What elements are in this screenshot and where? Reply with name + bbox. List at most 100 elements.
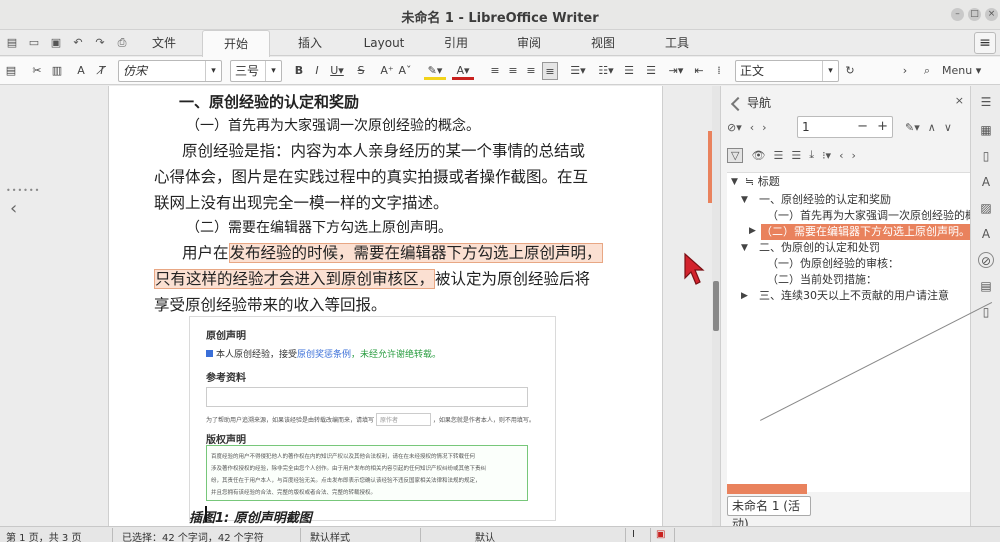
close-icon[interactable]: ×: [955, 94, 964, 107]
tree-item-subheading-4[interactable]: （二）当前处罚措施：: [767, 272, 877, 288]
tab-view[interactable]: 视图: [580, 30, 626, 56]
tree-item-heading-1[interactable]: 一、原创经验的认定和奖励: [759, 192, 891, 208]
page-icon[interactable]: ▦: [978, 122, 994, 138]
print-icon[interactable]: ⎙: [114, 35, 130, 51]
indent-icon[interactable]: ⇥▾: [666, 62, 686, 80]
gallery-icon[interactable]: ▨: [978, 200, 994, 216]
save-icon[interactable]: ▣: [48, 35, 64, 51]
strikethrough-icon[interactable]: S: [354, 62, 368, 80]
document-selector-combobox[interactable]: 未命名 1 (活动): [727, 496, 811, 531]
expand-down-icon[interactable]: ▼: [741, 195, 748, 205]
list-outline-icon[interactable]: ☰: [791, 149, 801, 162]
align-center-icon[interactable]: ≡: [506, 62, 520, 80]
open-folder-icon[interactable]: ▭: [26, 35, 42, 51]
close-icon[interactable]: ×: [985, 8, 998, 21]
styles-A-icon[interactable]: A: [978, 174, 994, 190]
tree-item-heading-3[interactable]: 三、连续30天以上不贡献的用户请注意: [759, 288, 949, 304]
status-page-style[interactable]: 默认样式: [310, 529, 350, 542]
document-page[interactable]: 一、原创经验的认定和奖励 （一）首先再为大家强调一次原创经验的概念。 原创经验是…: [108, 86, 663, 526]
styles-icon[interactable]: ▯: [978, 148, 994, 164]
page-number-input[interactable]: 1 − +: [797, 116, 893, 138]
increment-icon[interactable]: +: [877, 117, 888, 137]
font-size-combobox[interactable]: 三号 ▾: [230, 60, 282, 82]
chevron-down-icon[interactable]: ▾: [265, 61, 281, 81]
promote-level-icon[interactable]: ∧: [928, 121, 936, 134]
font-name-combobox[interactable]: 仿宋 ▾: [118, 60, 222, 82]
clear-formatting-icon[interactable]: A: [74, 62, 88, 80]
align-left-icon[interactable]: ≡: [488, 62, 502, 80]
bullet-list-icon[interactable]: ☷▾: [596, 62, 616, 80]
line-spacing-icon[interactable]: ☰▾: [568, 62, 588, 80]
tab-references[interactable]: 引用: [433, 30, 479, 56]
outline-icon[interactable]: ☰: [644, 62, 658, 80]
demote-level-icon[interactable]: ∨: [944, 121, 952, 134]
cut-icon[interactable]: ✂: [30, 62, 44, 80]
expand-right-icon[interactable]: ▶: [749, 226, 756, 236]
highlight-color-icon[interactable]: ✎▾: [424, 62, 446, 80]
clear-direct-format-icon[interactable]: T̸: [95, 62, 109, 80]
document-modified-icon[interactable]: ▣: [656, 529, 665, 540]
menu-button[interactable]: Menu ▾: [942, 62, 982, 80]
embedded-screenshot-image[interactable]: 原创声明 本人原创经验，接受原创奖惩条例，未经允许谢绝转载。 参考资料 为了帮助…: [189, 316, 556, 521]
tab-layout[interactable]: Layout: [352, 30, 416, 56]
grow-font-icon[interactable]: A⁺: [380, 62, 394, 80]
align-right-icon[interactable]: ≡: [524, 62, 538, 80]
underline-icon[interactable]: U▾: [328, 62, 346, 80]
navigator-compass-icon[interactable]: ⊘: [978, 252, 994, 268]
tree-item-headings[interactable]: ≒ 标题: [745, 174, 780, 190]
refresh-style-icon[interactable]: ↻: [843, 62, 857, 80]
manage-changes-icon[interactable]: ▤: [978, 278, 994, 294]
decrement-icon[interactable]: −: [857, 117, 868, 137]
chapter-up-icon[interactable]: ‹: [839, 149, 843, 162]
redo-icon[interactable]: ↷: [92, 35, 108, 51]
status-page-count[interactable]: 第 1 页，共 3 页: [6, 529, 81, 542]
shrink-font-icon[interactable]: Aˇ: [398, 62, 412, 80]
clone-formatting-icon[interactable]: ▤: [4, 62, 18, 80]
expand-down-icon[interactable]: ▼: [741, 243, 748, 253]
justify-icon[interactable]: ≡: [542, 62, 558, 80]
paste-special-icon[interactable]: ▥: [50, 62, 64, 80]
content-navigation-view-icon[interactable]: ▽: [727, 147, 744, 163]
show-content-icon[interactable]: 👁: [751, 149, 765, 162]
selected-text-1[interactable]: 发布经验的时候，需要在编辑器下方勾选上原创声明，: [228, 243, 603, 263]
tab-insert[interactable]: 插入: [285, 30, 335, 56]
more-options-icon[interactable]: ›: [900, 62, 910, 80]
font-color-icon[interactable]: A▾: [452, 62, 474, 80]
chevron-left-icon[interactable]: ‹: [10, 198, 17, 219]
previous-icon[interactable]: ‹: [750, 121, 754, 134]
panel-splitter[interactable]: [712, 86, 720, 526]
minimize-icon[interactable]: –: [951, 8, 964, 21]
status-selection-count[interactable]: 已选择：42 个字词，42 个字符: [122, 529, 264, 542]
tree-item-subheading-2-selected[interactable]: （二）需要在编辑器下方勾选上原创声明。: [761, 224, 971, 240]
italic-icon[interactable]: I: [310, 62, 324, 80]
tree-item-subheading-3[interactable]: （一）伪原创经验的审核：: [767, 256, 899, 272]
status-language[interactable]: 默认: [475, 529, 495, 542]
expand-right-icon[interactable]: ▶: [741, 291, 748, 301]
tab-file[interactable]: 文件: [140, 30, 188, 56]
search-icon[interactable]: ⌕: [920, 62, 934, 80]
navigate-by-icon[interactable]: ⊘▾: [727, 121, 742, 134]
selected-text-2[interactable]: 只有这样的经验才会进入到原创审核区，: [154, 269, 436, 289]
list-box-icon[interactable]: ☰: [773, 149, 783, 162]
tab-tools[interactable]: 工具: [654, 30, 700, 56]
chapter-down-icon[interactable]: ›: [852, 149, 856, 162]
paragraph-style-combobox[interactable]: 正文 ▾: [735, 60, 839, 82]
maximize-icon[interactable]: □: [968, 8, 981, 21]
drag-mode-icon[interactable]: ✎▾: [905, 121, 920, 134]
tree-item-subheading-1[interactable]: （一）首先再为大家强调一次原创经验的概: [767, 208, 971, 224]
tree-item-heading-2[interactable]: 二、伪原创的认定和处罚: [759, 240, 880, 256]
numbered-list-icon[interactable]: ☰: [622, 62, 636, 80]
heading-levels-icon[interactable]: ⁝▾: [822, 149, 831, 162]
hamburger-menu-icon[interactable]: ≡: [974, 32, 996, 54]
decrease-indent-icon[interactable]: ⇤: [692, 62, 706, 80]
bold-icon[interactable]: B: [292, 62, 306, 80]
splitter-grip-icon[interactable]: [713, 281, 719, 331]
insert-mode-icon[interactable]: I: [632, 529, 635, 540]
expand-down-icon[interactable]: ▼: [731, 177, 738, 187]
undo-icon[interactable]: ↶: [70, 35, 86, 51]
tab-home[interactable]: 开始: [202, 30, 270, 57]
handle-dots-icon[interactable]: ••••••: [6, 186, 40, 195]
toggle-marks-icon[interactable]: ⁞: [712, 62, 726, 80]
new-document-icon[interactable]: ▤: [4, 35, 20, 51]
font-work-icon[interactable]: A: [978, 226, 994, 242]
